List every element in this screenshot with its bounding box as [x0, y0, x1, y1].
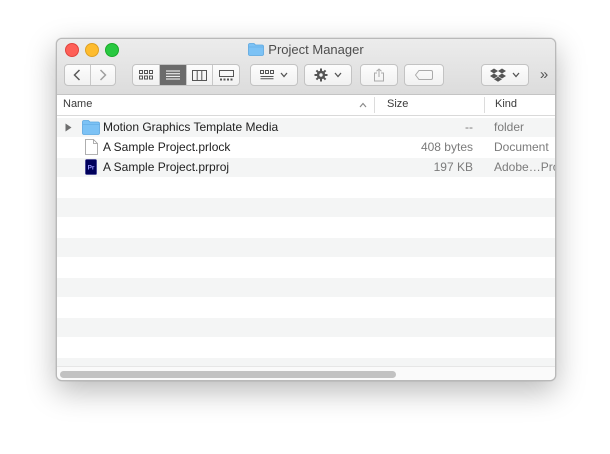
file-row[interactable]: Motion Graphics Template Media -- folder: [57, 118, 555, 137]
empty-row: [57, 318, 555, 337]
file-name: Motion Graphics Template Media: [103, 120, 279, 134]
column-header-row: Name Size Kind: [57, 95, 555, 116]
icon-grid-icon: [139, 70, 154, 80]
empty-row: [57, 218, 555, 237]
gallery-icon: [218, 69, 234, 80]
titlebar: Project Manager »: [57, 39, 555, 95]
chevron-right-icon: [99, 69, 107, 81]
chevron-down-icon: [280, 72, 288, 78]
chevron-down-icon: [334, 72, 342, 78]
list-view-button[interactable]: [159, 65, 186, 85]
dropbox-icon: [490, 68, 506, 82]
empty-row: [57, 338, 555, 357]
column-header-size[interactable]: Size: [387, 98, 408, 110]
horizontal-scrollbar[interactable]: [57, 366, 555, 380]
file-list: Motion Graphics Template Media -- folder…: [57, 116, 555, 366]
empty-row: [57, 238, 555, 257]
file-row[interactable]: Pr A Sample Project.prproj 197 KB Adobe……: [57, 158, 555, 177]
column-divider[interactable]: [484, 97, 485, 113]
empty-row: [57, 258, 555, 277]
list-icon: [166, 70, 181, 80]
column-header-name[interactable]: Name: [63, 98, 92, 110]
file-name: A Sample Project.prlock: [103, 140, 231, 154]
share-icon: [374, 68, 384, 82]
file-size: --: [465, 120, 473, 134]
group-by-button[interactable]: [250, 64, 298, 86]
dropbox-button[interactable]: [481, 64, 529, 86]
icon-view-button[interactable]: [133, 65, 159, 85]
document-icon: [85, 139, 98, 155]
forward-button[interactable]: [89, 65, 115, 85]
nav-buttons: [64, 64, 116, 86]
share-button[interactable]: [360, 64, 398, 86]
empty-row: [57, 178, 555, 197]
file-kind: folder: [494, 120, 525, 134]
column-view-button[interactable]: [185, 65, 213, 85]
chevron-down-icon: [512, 72, 520, 78]
action-button[interactable]: [304, 64, 352, 86]
window-title-text: Project Manager: [268, 42, 364, 57]
group-grid-icon: [260, 70, 274, 80]
window-title: Project Manager: [57, 41, 555, 58]
back-button[interactable]: [65, 65, 90, 85]
folder-icon: [248, 43, 265, 56]
scrollbar-thumb[interactable]: [60, 371, 396, 378]
empty-row: [57, 278, 555, 297]
file-kind: Document: [494, 140, 549, 154]
finder-window: Project Manager » Name Size Kind Motion …: [56, 38, 556, 381]
sort-ascending-icon: [359, 102, 367, 108]
file-size: 408 bytes: [420, 140, 473, 154]
toolbar-overflow-button[interactable]: »: [535, 64, 553, 86]
file-kind: Adobe…Pro: [494, 160, 556, 174]
premiere-project-icon: Pr: [85, 159, 97, 175]
gallery-view-button[interactable]: [212, 65, 239, 85]
folder-icon: [82, 120, 100, 135]
empty-row: [57, 298, 555, 317]
column-header-kind[interactable]: Kind: [495, 98, 517, 110]
columns-icon: [192, 69, 208, 81]
file-size: 197 KB: [433, 160, 473, 174]
empty-row: [57, 198, 555, 217]
view-mode-control: [132, 64, 240, 86]
chevron-left-icon: [73, 69, 81, 81]
disclosure-triangle-icon[interactable]: [65, 123, 72, 132]
tag-button[interactable]: [404, 64, 444, 86]
gear-icon: [314, 68, 328, 82]
column-divider[interactable]: [374, 97, 375, 113]
tag-icon: [415, 70, 433, 80]
file-row[interactable]: A Sample Project.prlock 408 bytes Docume…: [57, 138, 555, 157]
empty-row: [57, 358, 555, 366]
svg-text:Pr: Pr: [88, 165, 95, 172]
file-name: A Sample Project.prproj: [103, 160, 230, 174]
